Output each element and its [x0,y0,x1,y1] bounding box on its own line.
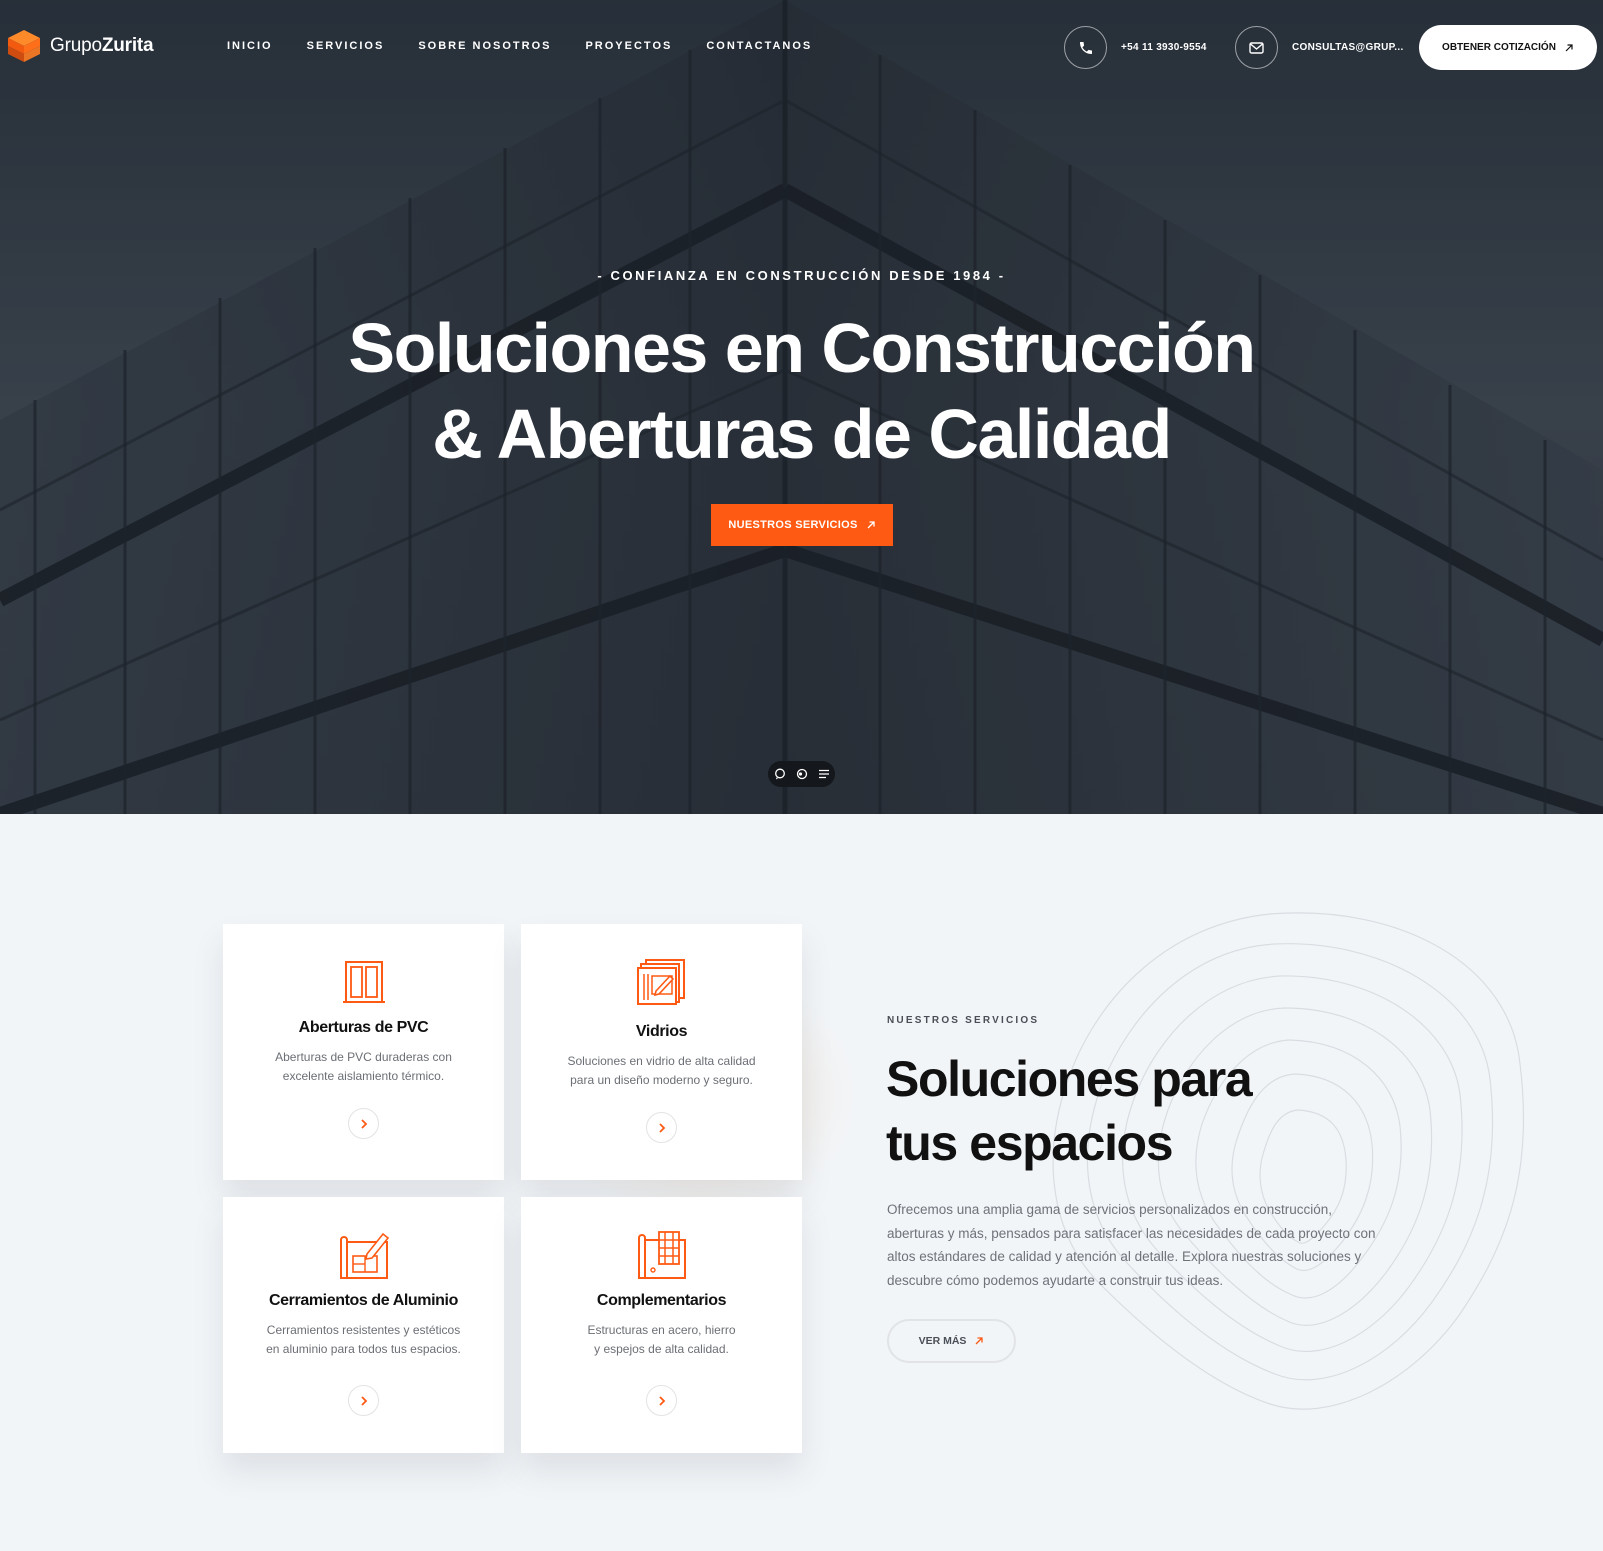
service-card-pvc[interactable]: Aberturas de PVC Aberturas de PVC durade… [223,924,504,1180]
chevron-right-icon [360,1118,367,1129]
brand-logo[interactable]: GrupoZurita [6,28,154,64]
site-header: GrupoZurita INICIO SERVICIOS SOBRE NOSOT… [0,0,1603,95]
chevron-right-icon [360,1395,367,1406]
our-services-button[interactable]: NUESTROS SERVICIOS [711,504,893,546]
card-title: Complementarios [596,1292,727,1309]
card-arrow-button[interactable] [646,1385,677,1416]
hero-title: Soluciones en Construcción & Aberturas d… [0,305,1603,477]
get-quote-button[interactable]: OBTENER COTIZACIÓN [1419,25,1597,70]
phone-number: +54 11 3930-9554 [1121,42,1207,53]
see-more-button[interactable]: VER MÁS [887,1319,1016,1363]
steel-structure-icon [637,1231,686,1279]
service-card-complementarios[interactable]: Complementarios Estructuras en acero, hi… [521,1197,802,1453]
services-title: Soluciones para tus espacios [886,1047,1336,1175]
services-eyebrow: NUESTROS SERVICIOS [887,1015,1040,1026]
chevron-right-icon [658,1122,665,1133]
arrow-up-right-icon [867,521,875,529]
get-quote-label: OBTENER COTIZACIÓN [1442,42,1556,53]
card-title: Aberturas de PVC [298,1019,429,1036]
card-arrow-button[interactable] [348,1108,379,1139]
card-title: Vidrios [635,1023,688,1040]
see-more-label: VER MÁS [918,1335,967,1347]
arrow-up-right-icon [975,1337,984,1345]
card-arrow-button[interactable] [646,1112,677,1143]
logo-cube-icon [8,30,40,62]
nav-item-proyectos[interactable]: PROYECTOS [585,40,672,52]
nav-item-contactanos[interactable]: CONTACTANOS [706,40,812,52]
arrow-up-right-icon [1565,43,1573,51]
services-section: Aberturas de PVC Aberturas de PVC durade… [0,814,1603,1551]
chat-bubble-icon[interactable] [774,768,786,780]
header-email[interactable]: CONSULTAS@GRUP... [1235,26,1404,69]
card-title: Cerramientos de Aluminio [269,1292,458,1309]
nav-item-servicios[interactable]: SERVICIOS [307,40,385,52]
card-description: Cerramientos resistentes y estéticos en a… [266,1323,461,1356]
hero-title-line2: & Aberturas de Calidad [432,395,1172,473]
menu-lines-icon[interactable] [818,768,830,780]
header-phone[interactable]: +54 11 3930-9554 [1064,26,1207,69]
card-arrow-button[interactable] [348,1385,379,1416]
service-card-aluminio[interactable]: Cerramientos de Aluminio Cerramientos re… [223,1197,504,1453]
card-description: Estructuras en acero, hierro y espejos de… [587,1323,736,1356]
hero-title-line1: Soluciones en Construcción [348,309,1256,387]
window-icon [342,961,385,1003]
mail-icon [1235,26,1278,69]
plan-drawing-icon [339,1232,389,1279]
phone-icon [1064,26,1107,69]
email-address: CONSULTAS@GRUP... [1292,42,1404,53]
floating-toolbar [768,761,835,787]
services-title-line1: Soluciones para [886,1051,1253,1107]
services-title-line2: tus espacios [886,1115,1174,1171]
nav-item-inicio[interactable]: INICIO [227,40,273,52]
main-nav: INICIO SERVICIOS SOBRE NOSOTROS PROYECTO… [227,40,812,52]
card-description: Soluciones en vidrio de alta calidad para… [567,1054,756,1087]
chevron-right-icon [658,1395,665,1406]
hero-section: GrupoZurita INICIO SERVICIOS SOBRE NOSOT… [0,0,1603,814]
our-services-label: NUESTROS SERVICIOS [728,519,858,531]
hero-eyebrow: - CONFIANZA EN CONSTRUCCIÓN DESDE 1984 - [597,268,1006,283]
service-card-vidrios[interactable]: Vidrios Soluciones en vidrio de alta cal… [521,924,802,1180]
nav-item-sobre-nosotros[interactable]: SOBRE NOSOTROS [418,40,551,52]
brand-name: GrupoZurita [50,35,154,56]
blueprint-pencil-icon [636,959,685,1005]
card-description: Aberturas de PVC duraderas con excelente … [275,1050,452,1083]
toggle-icon[interactable] [796,768,808,780]
services-description: Ofrecemos una amplia gama de servicios p… [887,1202,1376,1288]
